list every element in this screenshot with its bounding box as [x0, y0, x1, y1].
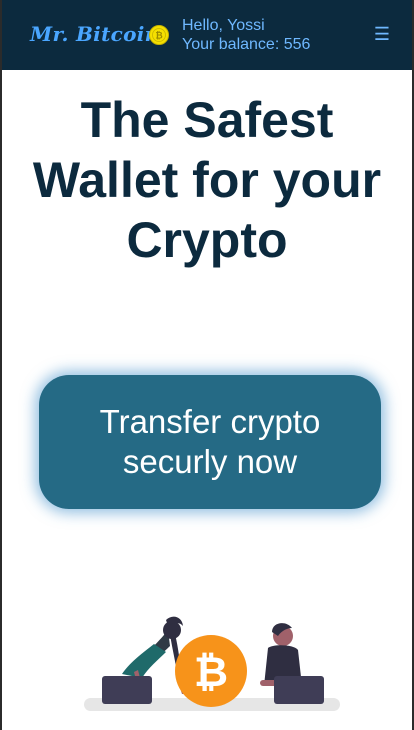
bitcoin-illustration-icon: ₿ [175, 635, 247, 707]
people-with-bitcoin-illustration: ₿ [84, 616, 340, 711]
bitcoin-coin-icon: ₿ [149, 25, 169, 45]
logo[interactable]: Mr. Bitcoin [30, 22, 159, 46]
top-navbar: Mr. Bitcoin ₿ Hello, Yossi Your balance:… [2, 0, 412, 70]
left-laptop [102, 676, 152, 704]
transfer-crypto-button[interactable]: Transfer crypto securly now [39, 375, 381, 509]
hero-title: The Safest Wallet for your Crypto [32, 92, 382, 268]
app-root: Mr. Bitcoin ₿ Hello, Yossi Your balance:… [2, 0, 412, 730]
svg-text:₿: ₿ [155, 31, 162, 42]
right-laptop [274, 676, 324, 704]
balance-text: Your balance: 556 [182, 36, 311, 53]
transfer-button-label: Transfer crypto securly now [99, 403, 321, 480]
greeting-text: Hello, Yossi [182, 17, 265, 34]
hamburger-menu-icon[interactable]: ☰ [374, 24, 390, 45]
user-greeting: Hello, Yossi Your balance: 556 [182, 16, 310, 54]
bitcoin-glyph: ₿ [194, 647, 228, 696]
